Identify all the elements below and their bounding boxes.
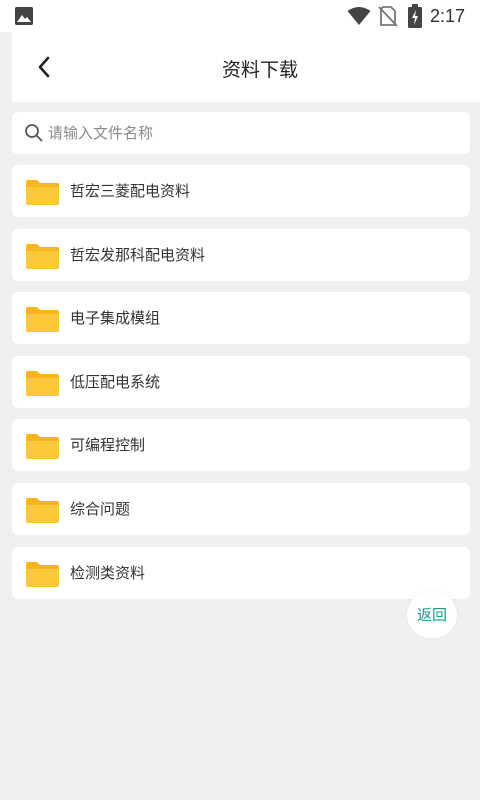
gallery-icon — [15, 7, 33, 25]
folder-icon — [26, 561, 59, 587]
search-input[interactable] — [48, 112, 458, 154]
chevron-left-icon — [38, 56, 50, 78]
folder-item[interactable]: 低压配电系统 — [12, 355, 470, 408]
folder-icon — [26, 243, 59, 269]
wifi-icon — [347, 7, 371, 25]
folder-icon — [26, 370, 59, 396]
folder-item[interactable]: 哲宏三菱配电资料 — [12, 165, 470, 217]
return-button[interactable]: 返回 — [407, 592, 457, 638]
folder-item[interactable]: 检测类资料 — [12, 546, 470, 599]
search-box[interactable] — [12, 112, 470, 154]
folder-item[interactable]: 电子集成模组 — [12, 292, 470, 345]
search-icon — [25, 124, 43, 142]
folder-icon — [26, 180, 59, 205]
page-title: 资料下载 — [221, 59, 298, 81]
folder-label: 电子集成模组 — [70, 309, 161, 328]
folder-icon — [26, 434, 59, 460]
battery-charging-icon — [408, 4, 422, 28]
folder-label: 检测类资料 — [70, 563, 146, 582]
folder-label: 可编程控制 — [70, 436, 146, 455]
folder-item[interactable]: 综合问题 — [12, 482, 470, 535]
folder-label: 哲宏三菱配电资料 — [70, 182, 191, 200]
folder-label: 哲宏发那科配电资料 — [70, 245, 206, 264]
folder-item[interactable]: 哲宏发那科配电资料 — [12, 228, 470, 281]
folder-icon — [26, 497, 59, 523]
left-gutter — [0, 32, 12, 102]
folder-list: 哲宏三菱配电资料 哲宏发那科配电资料 电子集成模组 低压配电系统 可编程控制 综… — [12, 165, 470, 610]
folder-item[interactable]: 可编程控制 — [12, 419, 470, 472]
folder-label: 低压配电系统 — [70, 372, 161, 391]
status-time: 2:17 — [430, 6, 466, 26]
app-header: 资料下载 — [12, 32, 480, 102]
back-button[interactable] — [32, 52, 58, 82]
no-sim-icon — [378, 6, 398, 27]
folder-label: 综合问题 — [70, 499, 131, 518]
folder-icon — [26, 307, 59, 333]
status-bar: 2:17 — [0, 0, 480, 32]
